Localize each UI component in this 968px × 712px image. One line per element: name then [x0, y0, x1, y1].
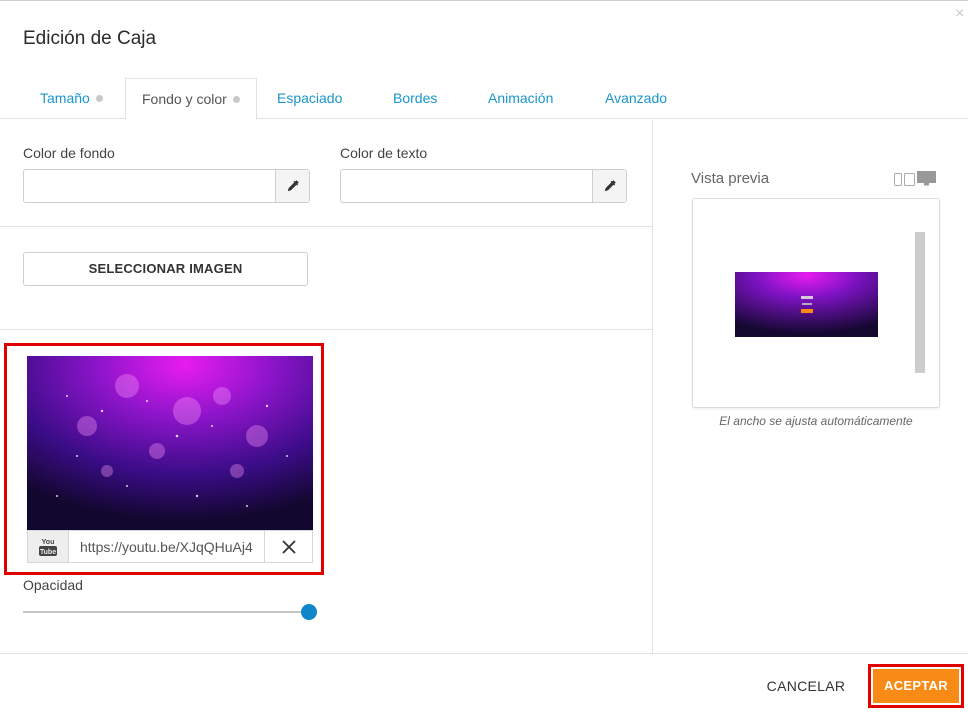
video-thumbnail: [27, 356, 313, 530]
text-color-field[interactable]: [340, 169, 627, 203]
eyedropper-icon: [604, 180, 616, 192]
preview-note: El ancho se ajusta automáticamente: [719, 414, 913, 428]
tab-bordes[interactable]: Bordes: [393, 78, 437, 119]
tab-espaciado[interactable]: Espaciado: [277, 78, 342, 119]
section-divider: [0, 226, 652, 227]
preview-frame: [692, 198, 940, 408]
opacity-slider[interactable]: [23, 602, 317, 622]
text-color-label: Color de texto: [340, 145, 428, 161]
section-divider: [0, 329, 652, 330]
bg-color-picker-button[interactable]: [275, 170, 309, 202]
panel-divider: [652, 120, 653, 653]
svg-text:You: You: [42, 539, 55, 546]
accept-button[interactable]: ACEPTAR: [873, 669, 959, 703]
dialog-title: Edición de Caja: [23, 28, 157, 49]
accept-button-highlight: ACEPTAR: [868, 664, 964, 708]
slider-thumb[interactable]: [301, 604, 317, 620]
footer-divider: [0, 653, 968, 654]
tablet-icon[interactable]: [904, 173, 915, 186]
youtube-icon: You Tube: [28, 531, 69, 562]
opacity-label: Opacidad: [23, 577, 83, 593]
modified-dot-icon: [95, 95, 103, 102]
svg-text:Tube: Tube: [40, 549, 56, 556]
preview-label: Vista previa: [691, 170, 770, 187]
close-icon: [281, 539, 296, 554]
video-background-box: You Tube: [4, 343, 324, 575]
bg-color-label: Color de fondo: [23, 145, 115, 161]
tab-fondo-y-color[interactable]: Fondo y color: [125, 78, 257, 120]
close-icon[interactable]: ×: [955, 6, 964, 22]
tab-tamano[interactable]: Tamaño: [40, 78, 103, 119]
tab-label: Tamaño: [40, 90, 90, 106]
top-border: [0, 0, 968, 1]
eyedropper-icon: [287, 180, 299, 192]
bg-color-field[interactable]: [23, 169, 310, 203]
desktop-icon[interactable]: [917, 171, 936, 186]
preview-scrollbar[interactable]: [915, 232, 925, 373]
device-switcher: [894, 171, 936, 186]
phone-icon[interactable]: [894, 173, 902, 186]
tab-avanzado[interactable]: Avanzado: [605, 78, 667, 119]
tab-animacion[interactable]: Animación: [488, 78, 553, 119]
clear-video-button[interactable]: [264, 531, 312, 562]
slider-track[interactable]: [23, 611, 309, 613]
tab-label: Fondo y color: [142, 91, 227, 107]
video-url-input[interactable]: [70, 531, 265, 562]
modified-dot-icon: [232, 96, 240, 103]
preview-thumbnail: [735, 272, 878, 337]
cancel-button[interactable]: CANCELAR: [756, 670, 856, 702]
video-url-row: You Tube: [27, 530, 313, 563]
text-color-picker-button[interactable]: [592, 170, 626, 202]
select-image-button[interactable]: SELECCIONAR IMAGEN: [23, 252, 308, 286]
tab-bar: Tamaño Fondo y color Espaciado Bordes An…: [0, 78, 968, 120]
